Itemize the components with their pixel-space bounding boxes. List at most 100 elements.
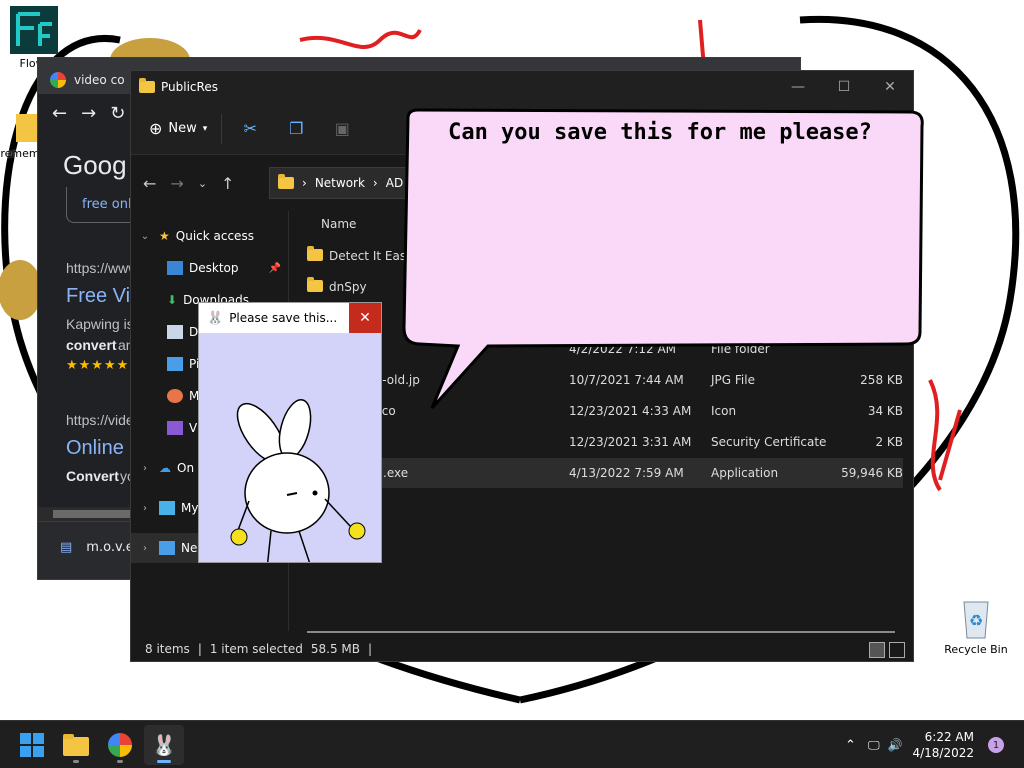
- recycle-bin[interactable]: ♻ Recycle Bin: [940, 596, 1012, 656]
- running-indicator: [73, 760, 79, 763]
- new-label: New: [168, 121, 197, 136]
- document-icon: [167, 325, 183, 339]
- nav-label: Quick access: [175, 229, 254, 243]
- explorer-horizontal-scrollbar[interactable]: [307, 631, 895, 633]
- file-size: 2 KB: [875, 435, 903, 449]
- up-arrow-icon[interactable]: ↑: [221, 174, 234, 193]
- file-size: 59,946 KB: [841, 466, 903, 480]
- start-button[interactable]: [12, 725, 52, 765]
- column-header-name[interactable]: Name: [321, 217, 356, 231]
- pin-icon: 📌: [268, 262, 281, 274]
- file-date: 4/13/2022 7:59 AM: [569, 466, 684, 480]
- chevron-right-icon[interactable]: ›: [131, 503, 159, 514]
- desktop-icon: [167, 261, 183, 275]
- popup-close-button[interactable]: ✕: [349, 303, 381, 333]
- chrome-tab-title: video co: [74, 73, 125, 87]
- google-logo: Goog: [63, 150, 127, 180]
- forward-arrow-icon[interactable]: →: [81, 103, 96, 124]
- folder-label: remem: [0, 147, 40, 160]
- bunny-app-icon: 🐰: [207, 310, 224, 326]
- selected-count: 1 item selected: [209, 642, 303, 656]
- clock-date: 4/18/2022: [912, 746, 974, 760]
- file-name: dnSpy: [329, 280, 367, 294]
- network-icon[interactable]: 🖵: [868, 738, 880, 753]
- nav-label: Desktop: [189, 261, 239, 275]
- notification-badge[interactable]: 1: [988, 737, 1004, 753]
- nav-quick-access[interactable]: ⌄ ★ Quick access: [131, 221, 289, 251]
- chevron-right-icon[interactable]: ›: [131, 543, 159, 554]
- status-bar: 8 items | 1 item selected 58.5 MB |: [131, 637, 913, 661]
- nav-label: Ne: [181, 541, 198, 555]
- result2-url[interactable]: https://vide: [66, 412, 134, 428]
- chevron-down-icon: ▾: [202, 123, 208, 134]
- rating-stars: ★★★★★: [66, 358, 130, 373]
- chevron-right-icon[interactable]: ›: [131, 463, 159, 474]
- address-segment-network[interactable]: Network: [315, 176, 365, 190]
- file-row-selected[interactable]: .exe 4/13/2022 7:59 AM Application 59,94…: [307, 458, 903, 488]
- computer-icon: [159, 501, 175, 515]
- maximize-button[interactable]: ☐: [821, 71, 867, 103]
- chevron-up-icon[interactable]: ⌃: [845, 738, 856, 753]
- divider: |: [197, 642, 202, 656]
- nav-label: On: [177, 461, 195, 475]
- back-arrow-icon[interactable]: ←: [143, 174, 156, 193]
- clock-time: 6:22 AM: [924, 730, 974, 744]
- result2-snippet-bold: Convert: [66, 468, 119, 484]
- tiles-view-icon[interactable]: [889, 642, 905, 658]
- folder-icon: [307, 277, 323, 292]
- active-indicator: [157, 760, 171, 763]
- chrome-icon: [108, 733, 132, 757]
- video-icon: [167, 421, 183, 435]
- folder-icon: [278, 174, 294, 189]
- result2-title[interactable]: Online: [66, 437, 124, 460]
- file-row[interactable]: 12/23/2021 3:31 AM Security Certificate …: [307, 427, 903, 457]
- copy-icon[interactable]: ❐: [278, 119, 314, 138]
- cloud-icon: ☁: [159, 461, 171, 475]
- folder-icon: [139, 78, 155, 93]
- speech-bubble-text: Can you save this for me please?: [448, 120, 872, 145]
- recent-chevron-icon[interactable]: ⌄: [198, 177, 207, 190]
- reload-icon[interactable]: ↻: [110, 103, 125, 124]
- download-filename: m.o.v.e: [86, 540, 134, 555]
- volume-icon[interactable]: 🔊: [888, 738, 903, 752]
- desktop-folder-shortcut[interactable]: remem: [0, 108, 40, 160]
- folder-icon: [63, 734, 89, 756]
- pictures-icon: [167, 357, 183, 371]
- google-favicon-icon: [50, 72, 66, 88]
- close-button[interactable]: ✕: [867, 71, 913, 103]
- paste-icon[interactable]: ▣: [324, 119, 360, 138]
- download-item[interactable]: ▤ m.o.v.e: [60, 540, 134, 555]
- nav-label: My: [181, 501, 199, 515]
- result-title[interactable]: Free Vi: [66, 285, 130, 308]
- flowframes-icon: [10, 6, 58, 54]
- taskbar-bunny-app[interactable]: 🐰: [144, 725, 184, 765]
- result-snippet: Kapwing is: [66, 316, 134, 332]
- recycle-bin-icon: ♻: [963, 601, 989, 639]
- download-icon: ⬇: [167, 293, 178, 307]
- back-arrow-icon[interactable]: ←: [52, 103, 67, 124]
- network-icon: [159, 541, 175, 555]
- result-url[interactable]: https://www: [66, 260, 138, 276]
- speech-bubble: [402, 108, 924, 410]
- bunny-app-icon: 🐰: [151, 733, 177, 757]
- windows-logo-icon: [20, 733, 44, 757]
- nav-desktop[interactable]: Desktop 📌: [131, 253, 289, 283]
- chevron-right-icon: ›: [302, 176, 307, 190]
- file-type: Application: [711, 466, 779, 480]
- chevron-down-icon[interactable]: ⌄: [131, 231, 159, 242]
- nav-label: D: [189, 325, 199, 339]
- details-view-icon[interactable]: [869, 642, 885, 658]
- view-toggle: [869, 642, 905, 658]
- taskbar-chrome[interactable]: [100, 725, 140, 765]
- new-button[interactable]: ⊕ New ▾: [149, 113, 223, 144]
- chevron-right-icon: ›: [372, 176, 378, 190]
- cut-icon[interactable]: ✂: [232, 119, 268, 138]
- file-name: .exe: [383, 466, 409, 480]
- minimize-button[interactable]: —: [775, 71, 821, 103]
- scrollbar-thumb[interactable]: [53, 510, 133, 518]
- taskbar-file-explorer[interactable]: [56, 725, 96, 765]
- system-tray: ⌃ 🖵 🔊 6:22 AM 4/18/2022 1: [845, 721, 1024, 768]
- taskbar: 🐰 ⌃ 🖵 🔊 6:22 AM 4/18/2022 1: [0, 720, 1024, 768]
- forward-arrow-icon[interactable]: →: [170, 174, 183, 193]
- clock[interactable]: 6:22 AM 4/18/2022: [912, 729, 974, 761]
